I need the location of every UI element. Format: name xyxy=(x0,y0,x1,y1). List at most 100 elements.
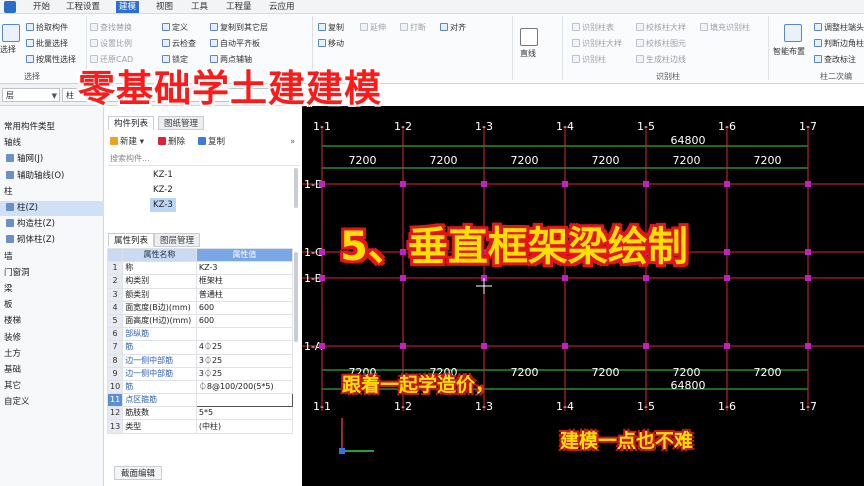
batch-select-button[interactable]: 批量选择 xyxy=(26,38,68,50)
nav-item[interactable]: 常用构件类型 xyxy=(0,120,104,135)
extend-button[interactable]: 延伸 xyxy=(360,22,386,34)
menu-project-settings[interactable]: 工程设置 xyxy=(63,1,103,13)
property-row[interactable]: 3 额类别 普通柱 xyxy=(106,287,294,302)
more-chevron-icon[interactable]: » xyxy=(290,135,295,149)
menu-view[interactable]: 视图 xyxy=(153,1,176,13)
property-row[interactable]: 2 构类别 框架柱 xyxy=(106,274,294,289)
edit-annotation-button[interactable]: 查改标注 xyxy=(814,54,856,66)
pick-component-button[interactable]: 拾取构件 xyxy=(26,22,68,34)
find-replace-button[interactable]: 查找替换 xyxy=(90,22,132,34)
adjust-column-end-button[interactable]: 调整柱端头 xyxy=(814,22,864,34)
nav-item[interactable]: 梁 xyxy=(0,282,104,297)
menu-cloud[interactable]: 云应用 xyxy=(266,1,298,13)
floor-select[interactable]: 层 ▼ xyxy=(2,88,60,102)
nav-item[interactable]: 柱(Z) xyxy=(0,201,104,216)
copy-to-layer-button[interactable]: 复制到其它层 xyxy=(210,22,268,34)
set-scale-button[interactable]: 设置比例 xyxy=(90,38,132,50)
tab-drawing-management[interactable]: 图纸管理 xyxy=(158,116,205,130)
component-item-kz-3[interactable]: KZ-3 xyxy=(150,198,176,212)
recognize-column-button[interactable]: 识别柱 xyxy=(572,54,606,66)
property-value[interactable]: ⏀8@100/200(5*5) xyxy=(195,379,294,395)
align-button[interactable]: 对齐 xyxy=(440,22,466,34)
component-search-input[interactable]: 搜索构件... xyxy=(108,152,300,166)
property-row[interactable]: 6 部纵筋 xyxy=(106,327,294,342)
menu-quantity[interactable]: 工程量 xyxy=(223,1,255,13)
nav-item[interactable]: 装修 xyxy=(0,331,104,346)
nav-item[interactable]: 轴线 xyxy=(0,136,104,151)
property-value[interactable]: 3⏀25 xyxy=(195,353,294,368)
column-edit-group-label: 柱二次编 xyxy=(820,72,852,81)
select-group-label: 选择 xyxy=(24,72,40,81)
property-row[interactable]: 12 筋肢数 5*5 xyxy=(106,406,294,421)
line-draw-icon[interactable] xyxy=(520,28,538,46)
break-button[interactable]: 打断 xyxy=(400,22,426,34)
property-row[interactable]: 8 边一侧中部筋 3⏀25 xyxy=(106,353,294,368)
recognize-column-table-button[interactable]: 识别柱表 xyxy=(572,22,614,34)
property-value[interactable]: (中柱) xyxy=(195,419,294,434)
property-row[interactable]: 1 称 KZ-3 xyxy=(106,261,294,276)
menu-modeling[interactable]: 建模 xyxy=(116,1,140,13)
property-value[interactable]: 600 xyxy=(195,313,294,329)
nav-item[interactable]: 墙 xyxy=(0,250,104,265)
select-big-button[interactable]: 选择 xyxy=(0,44,16,56)
tab-property-list[interactable]: 属性列表 xyxy=(108,233,155,247)
property-row[interactable]: 7 筋 4⏀25 xyxy=(106,340,294,355)
smart-layout-icon[interactable] xyxy=(784,24,802,42)
new-component-button[interactable]: 新建 ▾ xyxy=(110,135,144,149)
line-draw-button[interactable]: 直线 xyxy=(520,48,536,60)
auto-level-slab-button[interactable]: 自动平齐板 xyxy=(210,38,260,50)
check-column-detail-button[interactable]: 校核柱大样 xyxy=(636,22,686,34)
nav-item[interactable]: 砌体柱(Z) xyxy=(0,233,104,248)
property-value[interactable]: KZ-3 xyxy=(195,261,294,276)
fill-recognize-column-button[interactable]: 填充识别柱 xyxy=(700,22,750,34)
select-by-attribute-button[interactable]: 按属性选择 xyxy=(26,54,76,66)
property-value[interactable]: 5*5 xyxy=(195,406,294,421)
tab-layer-management[interactable]: 图层管理 xyxy=(154,233,201,247)
property-value[interactable] xyxy=(195,393,294,408)
property-value[interactable]: 3⏀25 xyxy=(195,366,294,381)
nav-item[interactable]: 辅助轴线(O) xyxy=(0,169,104,184)
copy-layer-icon xyxy=(210,23,218,31)
section-edit-button[interactable]: 截面编辑 xyxy=(114,466,163,480)
property-value[interactable] xyxy=(195,327,294,342)
component-item-kz-2[interactable]: KZ-2 xyxy=(150,183,176,197)
delete-component-button[interactable]: 删除 xyxy=(158,135,185,149)
nav-item[interactable]: 柱 xyxy=(0,185,104,200)
property-value[interactable]: 600 xyxy=(195,300,294,315)
nav-item[interactable]: 土方 xyxy=(0,347,104,362)
recognize-column-detail-button[interactable]: 识别柱大样 xyxy=(572,38,622,50)
nav-item[interactable]: 自定义 xyxy=(0,395,104,410)
judge-corner-column-button[interactable]: 判断边角柱 xyxy=(814,38,864,50)
component-item-kz-1[interactable]: KZ-1 xyxy=(150,168,176,182)
property-value[interactable]: 框架柱 xyxy=(195,274,294,289)
copy-button[interactable]: 复制 xyxy=(318,22,344,34)
nav-item[interactable]: 其它 xyxy=(0,379,104,394)
nav-item[interactable]: 构造柱(Z) xyxy=(0,217,104,232)
cloud-check-button[interactable]: 云检查 xyxy=(162,38,196,50)
copy-component-button[interactable]: 复制 xyxy=(198,135,225,149)
component-list-scrollbar[interactable] xyxy=(294,168,298,208)
nav-item[interactable]: 楼梯 xyxy=(0,314,104,329)
property-value[interactable]: 普通柱 xyxy=(195,287,294,302)
menu-tools[interactable]: 工具 xyxy=(188,1,211,13)
nav-item[interactable]: 门窗洞 xyxy=(0,266,104,281)
nav-item[interactable]: 板 xyxy=(0,298,104,313)
tab-component-list[interactable]: 构件列表 xyxy=(108,116,155,130)
nav-item[interactable]: 轴网(J) xyxy=(0,152,104,167)
menu-start[interactable]: 开始 xyxy=(30,1,53,13)
property-row[interactable]: 13 类型 (中柱) xyxy=(106,419,294,434)
property-row[interactable]: 11 点区箍筋 xyxy=(106,393,294,408)
nav-item[interactable]: 基础 xyxy=(0,363,104,378)
property-row[interactable]: 9 边一侧中部筋 3⏀25 xyxy=(106,366,294,381)
select-arrow-icon[interactable] xyxy=(2,24,20,42)
smart-layout-button[interactable]: 智能布置 xyxy=(773,46,805,58)
check-column-element-button[interactable]: 校核柱图元 xyxy=(636,38,686,50)
generate-column-edge-button[interactable]: 生成柱边线 xyxy=(636,54,686,66)
property-scrollbar[interactable] xyxy=(294,252,298,342)
define-button[interactable]: 定义 xyxy=(162,22,188,34)
property-row[interactable]: 5 面高度(H边)(mm) 600 xyxy=(106,313,294,329)
property-row[interactable]: 4 面宽度(B边)(mm) 600 xyxy=(106,300,294,315)
property-row[interactable]: 10 筋 ⏀8@100/200(5*5) xyxy=(106,379,294,395)
move-button[interactable]: 移动 xyxy=(318,38,344,50)
property-value[interactable]: 4⏀25 xyxy=(195,340,294,355)
